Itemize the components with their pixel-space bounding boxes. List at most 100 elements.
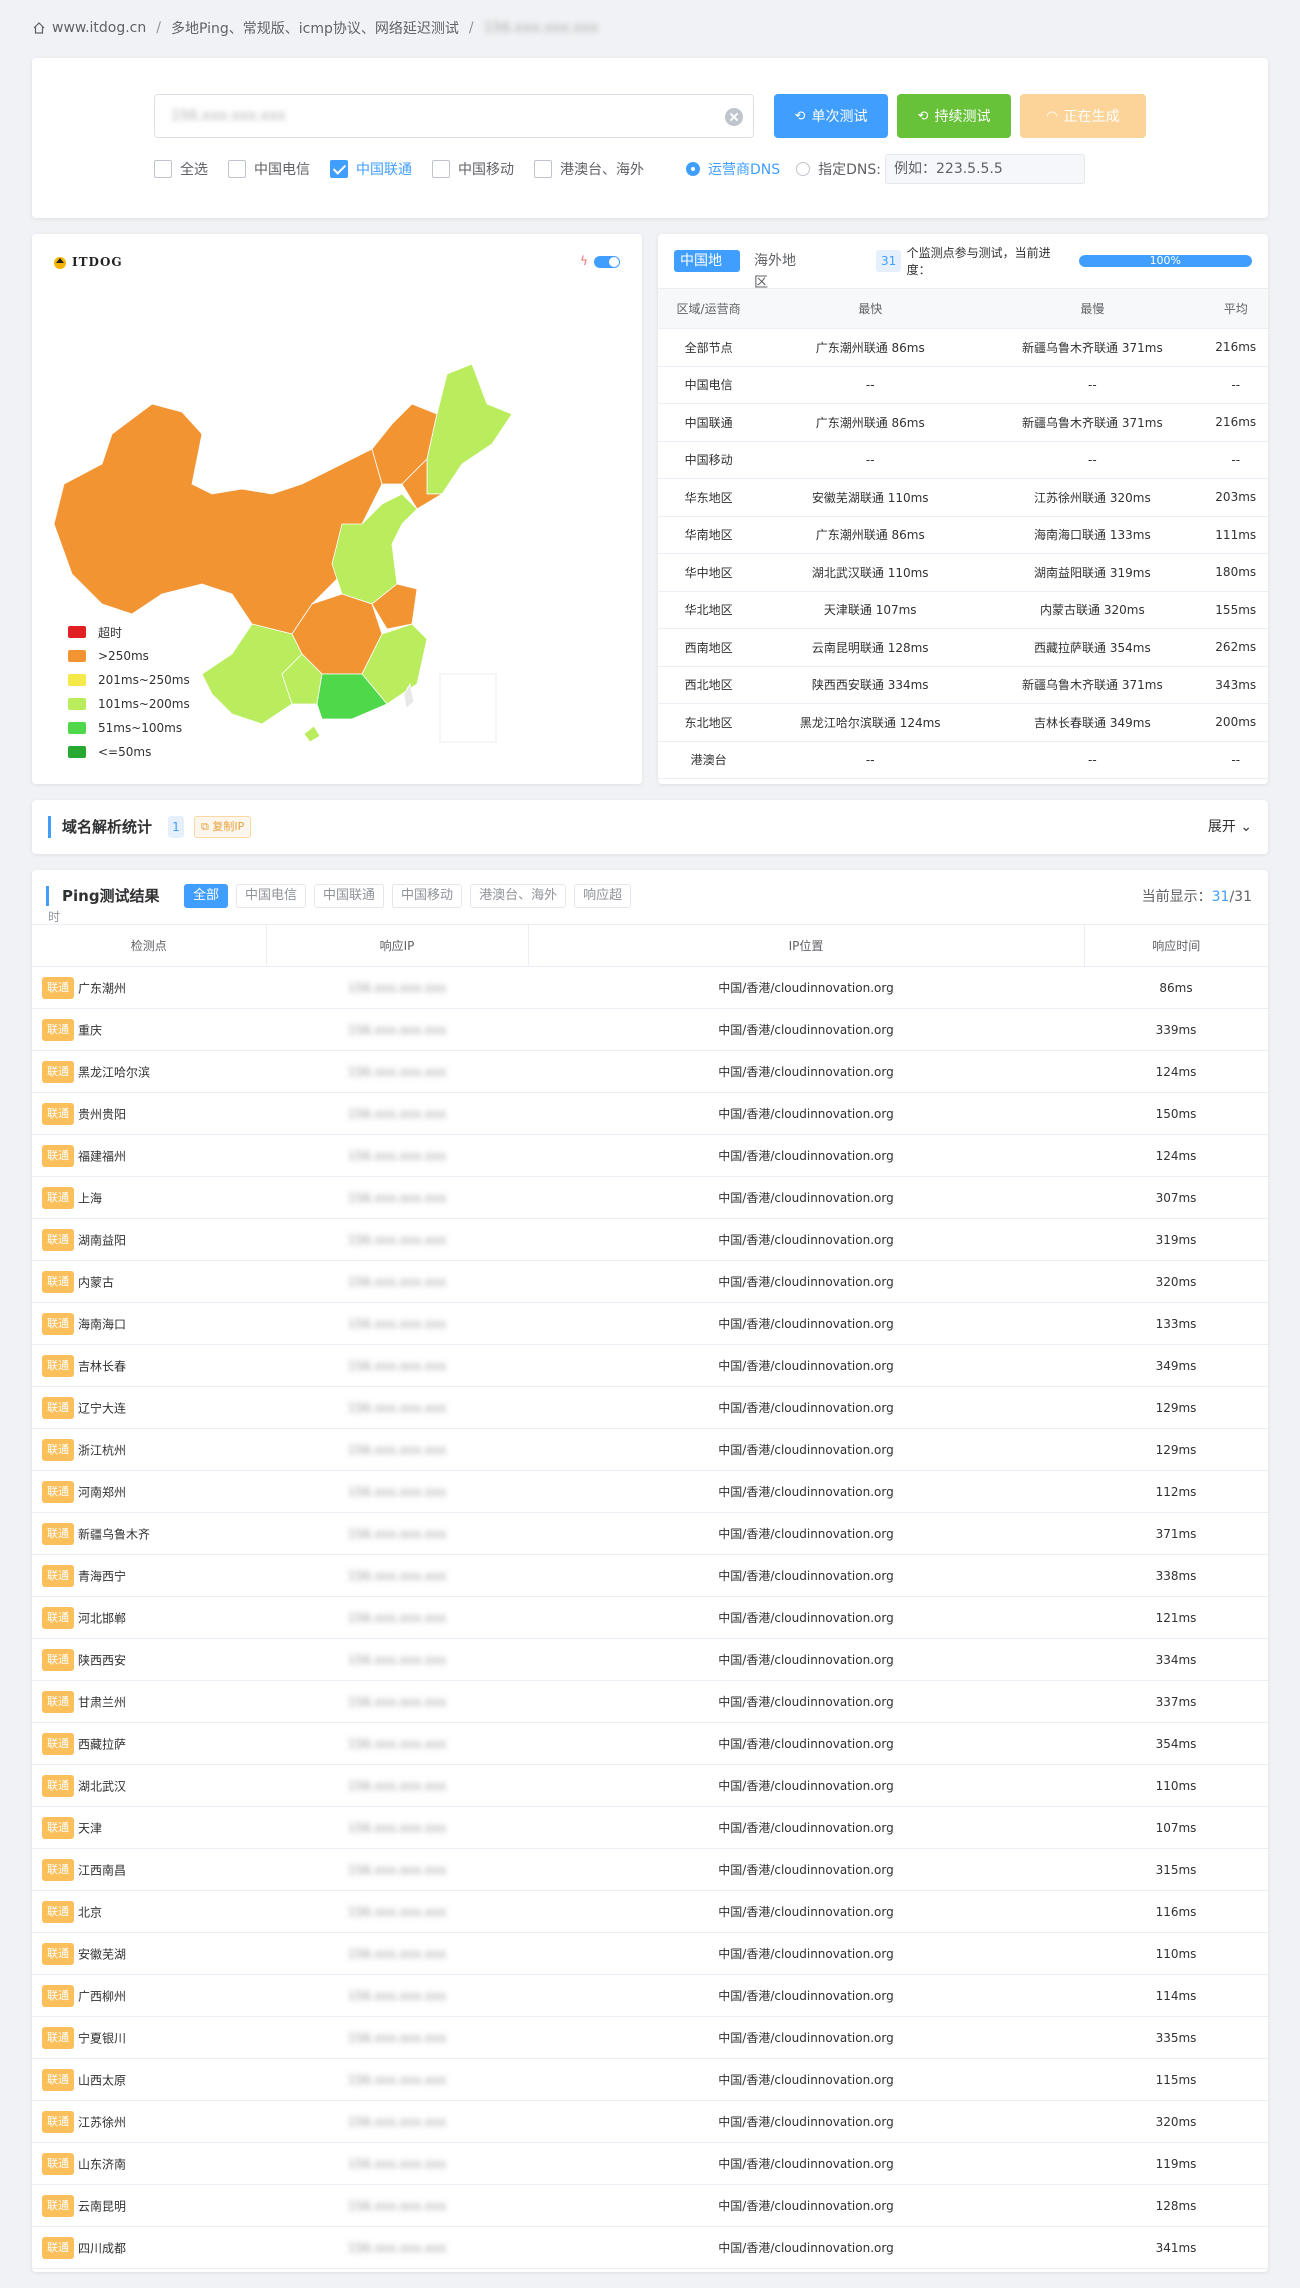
results-column-header: IP位置 (528, 924, 1085, 967)
results-header-row: 检测点 响应IP IP位置 响应时间 (32, 924, 1268, 967)
ip-cell: 156.xxx.xxx.xxx (266, 1218, 528, 1261)
table-row: 联通 福建福州 156.xxx.xxx.xxx 中国/香港/cloudinnovati… (32, 1134, 1268, 1177)
response-ip: 156.xxx.xxx.xxx (347, 1274, 447, 1289)
node-name: 福建福州 (78, 1149, 127, 1163)
stats-cell: 西南地区 (658, 628, 760, 667)
isp-tag: 联通 (42, 1480, 74, 1503)
radio-operator-dns[interactable]: 运营商DNS (686, 159, 780, 179)
ip-cell: 156.xxx.xxx.xxx (266, 2226, 528, 2269)
expand-label: 展开 (1207, 819, 1236, 835)
node-cell: 联通 山西太原 (32, 2058, 266, 2101)
stats-cell: 新疆乌鲁木齐联通 371ms (981, 666, 1204, 704)
radio-custom-dns[interactable]: 指定DNS: (796, 159, 881, 179)
table-row: 联通 江苏徐州 156.xxx.xxx.xxx 中国/香港/cloudinnovati… (32, 2100, 1268, 2143)
response-ip: 156.xxx.xxx.xxx (347, 1694, 447, 1709)
filter-all[interactable]: 全部 (184, 884, 229, 908)
checkbox-select-all[interactable]: 全选 (154, 159, 208, 179)
table-row: 联通 山东济南 156.xxx.xxx.xxx 中国/香港/cloudinnovati… (32, 2142, 1268, 2185)
isp-tag: 联通 (42, 1900, 74, 1923)
response-ip: 156.xxx.xxx.xxx (347, 1316, 447, 1331)
stats-row: 全部节点 广东潮州联通 86ms 新疆乌鲁木齐联通 371ms 216ms (658, 328, 1268, 367)
filter-overseas[interactable]: 港澳台、海外 (470, 884, 567, 908)
breadcrumb-home-link[interactable]: www.itdog.cn (52, 20, 146, 36)
checkbox-box[interactable] (330, 160, 348, 178)
node-cell: 联通 河南郑州 (32, 1470, 266, 1513)
filter-telecom[interactable]: 中国电信 (236, 884, 307, 908)
node-cell: 联通 辽宁大连 (32, 1386, 266, 1429)
results-column-header: 响应时间 (1084, 924, 1268, 967)
region-stats-panel: 中国地区 海外地区 31 个监测点参与测试，当前进度： 100% 区域/运营商最… (658, 234, 1268, 784)
ip-location-cell: 中国/香港/cloudinnovation.org (528, 1218, 1084, 1261)
breadcrumb-separator: / (156, 20, 161, 36)
isp-tag: 联通 (42, 2152, 74, 2175)
response-ip: 156.xxx.xxx.xxx (347, 2240, 447, 2255)
node-name: 广东潮州 (78, 981, 127, 995)
filter-unicom[interactable]: 中国联通 (314, 884, 385, 908)
ip-location-cell: 中国/香港/cloudinnovation.org (528, 1974, 1084, 2017)
radio-dot[interactable] (796, 162, 811, 176)
result-filter-tabs: 全部 中国电信 中国联通 中国移动 港澳台、海外 响应超 (184, 884, 632, 908)
table-row: 联通 湖南益阳 156.xxx.xxx.xxx 中国/香港/cloudinnovati… (32, 1218, 1268, 1261)
isp-tag: 联通 (42, 1270, 74, 1293)
stats-cell: 内蒙古联通 320ms (981, 591, 1204, 629)
breadcrumb-page-link[interactable]: 多地Ping、常规版、icmp协议、网络延迟测试 (171, 18, 459, 38)
filter-timeout[interactable]: 响应超 (574, 884, 632, 908)
filter-mobile[interactable]: 中国移动 (392, 884, 463, 908)
response-time-cell: 112ms (1084, 1470, 1268, 1513)
tab-overseas[interactable]: 海外地区 (748, 250, 814, 291)
table-row: 联通 江西南昌 156.xxx.xxx.xxx 中国/香港/cloudinnovati… (32, 1848, 1268, 1891)
response-time-cell: 124ms (1084, 1050, 1268, 1093)
progress-label: 个监测点参与测试，当前进度： (906, 246, 1051, 277)
checkbox-overseas[interactable]: 港澳台、海外 (534, 159, 644, 179)
shown-count: 当前显示：31/31 (1142, 886, 1252, 906)
response-ip: 156.xxx.xxx.xxx (347, 1106, 447, 1121)
stats-column-header: 最慢 (981, 288, 1204, 329)
legend-label: 51ms~100ms (98, 721, 183, 735)
stats-cell: 黑龙江哈尔滨联通 124ms (759, 703, 982, 742)
checkbox-unicom[interactable]: 中国联通 (330, 159, 412, 179)
node-cell: 联通 四川成都 (32, 2226, 266, 2269)
legend-label: >250ms (98, 649, 149, 663)
legend-item: <=50ms (68, 740, 190, 764)
breadcrumb-current: 156.xxx.xxx.xxx (483, 20, 599, 36)
stats-cell: 西北地区 (658, 666, 760, 704)
ping-results-panel: Ping测试结果 时 全部 中国电信 中国联通 中国移动 港澳台、海外 响应超 … (32, 870, 1268, 2272)
generating-button[interactable]: ◠ 正在生成 (1020, 94, 1146, 138)
checkbox-telecom[interactable]: 中国电信 (228, 159, 310, 179)
stats-cell: -- (981, 366, 1204, 404)
checkbox-box[interactable] (228, 160, 246, 178)
loading-icon: ◠ (1046, 108, 1058, 124)
node-name: 江西南昌 (78, 1863, 127, 1877)
node-name: 湖北武汉 (78, 1779, 127, 1793)
radio-dot[interactable] (686, 162, 700, 176)
response-time-cell: 114ms (1084, 1974, 1268, 2017)
continuous-test-button[interactable]: ⟲ 持续测试 (897, 94, 1011, 138)
node-cell: 联通 甘肃兰州 (32, 1680, 266, 1723)
ip-cell: 156.xxx.xxx.xxx (266, 1974, 528, 2017)
legend-label: 101ms~200ms (98, 697, 190, 711)
dns-input[interactable]: 例如：223.5.5.5 (885, 154, 1085, 184)
checkbox-box[interactable] (154, 160, 172, 178)
tab-china[interactable]: 中国地区 (674, 250, 740, 291)
expand-button[interactable]: 展开 ⌄ (1208, 816, 1252, 838)
node-name: 广西柳州 (78, 1989, 127, 2003)
copy-ip-button[interactable]: ⧉ 复制IP (194, 816, 252, 838)
host-input-value: 156.xxx.xxx.xxx (171, 108, 286, 124)
legend-swatch (68, 674, 86, 686)
response-time-cell: 124ms (1084, 1134, 1268, 1177)
node-cell: 联通 西藏拉萨 (32, 1722, 266, 1765)
ip-cell: 156.xxx.xxx.xxx (266, 2058, 528, 2101)
legend-item: 超时 (68, 620, 190, 644)
isp-tag: 联通 (42, 1522, 74, 1545)
single-test-button[interactable]: ⟲ 单次测试 (774, 94, 888, 138)
copy-icon: ⧉ (201, 820, 209, 833)
stats-cell: 吉林长春联通 349ms (981, 703, 1204, 742)
host-input[interactable]: 156.xxx.xxx.xxx (154, 94, 754, 138)
shown-label: 当前显示： (1141, 889, 1212, 905)
checkbox-box[interactable] (432, 160, 450, 178)
results-title: Ping测试结果 (62, 887, 160, 905)
map-toggle-switch[interactable] (594, 256, 620, 268)
checkbox-mobile[interactable]: 中国移动 (432, 159, 514, 179)
checkbox-box[interactable] (534, 160, 552, 178)
clear-icon[interactable] (725, 108, 743, 126)
